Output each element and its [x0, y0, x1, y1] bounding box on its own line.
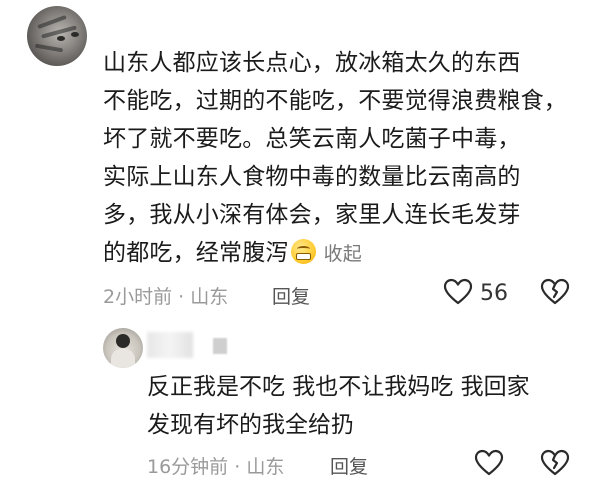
reply-button[interactable]: 回复 — [272, 282, 310, 309]
meta-separator: · — [178, 286, 185, 308]
comment-line: 多，我从小深有体会，家里人连长毛发芽 — [103, 202, 521, 228]
heart-icon[interactable] — [443, 278, 473, 306]
comment-location: 山东 — [190, 286, 229, 308]
blurred-badge — [213, 338, 227, 354]
reply-meta: 16分钟前 · 山东 — [147, 452, 284, 479]
reply-time: 16分钟前 — [147, 456, 229, 478]
reply-reply-button[interactable]: 回复 — [330, 452, 368, 479]
comment-meta: 2小时前 · 山东 — [103, 282, 228, 309]
broken-heart-icon[interactable] — [540, 449, 570, 477]
commenter-avatar[interactable] — [27, 6, 87, 66]
comment-text: 山东人都应该长点心，放冰箱太久的东西 不能吃，过期的不能吃，不要觉得浪费粮食， … — [103, 44, 583, 273]
replier-avatar[interactable] — [103, 328, 143, 368]
comment-line: 坏了就不要吃。总笑云南人吃菌子中毒， — [103, 126, 521, 152]
broken-heart-icon[interactable] — [540, 278, 570, 306]
reply-text: 反正我是不吃 我也不让我妈吃 我回家 发现有坏的我全给扔 — [147, 368, 567, 444]
comment-line: 的都吃，经常腹泻 — [103, 240, 289, 266]
reply-line: 发现有坏的我全给扔 — [147, 412, 354, 438]
comment-line: 不能吃，过期的不能吃，不要觉得浪费粮食， — [103, 88, 567, 114]
comment-line: 实际上山东人食物中毒的数量比云南高的 — [103, 164, 521, 190]
comment-time: 2小时前 — [103, 286, 173, 308]
reply-line: 反正我是不吃 我也不让我妈吃 我回家 — [147, 374, 530, 400]
like-count: 56 — [480, 281, 508, 306]
collapse-button[interactable]: 收起 — [324, 243, 362, 265]
blurred-username — [147, 332, 193, 358]
reply-location: 山东 — [246, 456, 285, 478]
grimace-emoji-icon — [290, 239, 316, 264]
comment-line: 山东人都应该长点心，放冰箱太久的东西 — [103, 50, 521, 76]
meta-separator: · — [234, 456, 241, 478]
heart-icon[interactable] — [474, 449, 504, 477]
